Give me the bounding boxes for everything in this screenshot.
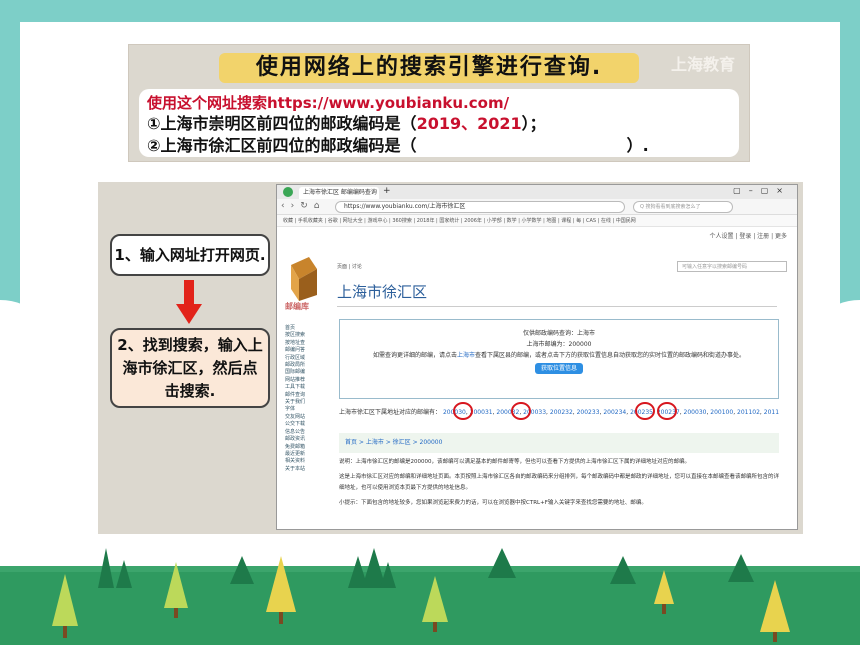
address-bar[interactable]: https://www.youbianku.com/上海市徐汇区 (335, 201, 625, 213)
sidebar-item[interactable]: 相关资料 (285, 458, 317, 465)
page-description: 说明：上海市徐汇区的邮编是200000，该邮编可以满足基本的邮件邮寄等，但也可以… (339, 459, 780, 506)
tree-icon (488, 548, 516, 578)
bookmarks-bar[interactable]: 收藏 | 手机收藏夹 | 谷歌 | 网址大全 | 游戏中心 | 360搜索 | … (277, 215, 797, 227)
sidebar-item[interactable]: 免费邮箱 (285, 444, 317, 451)
user-links[interactable]: 个人设置 | 登录 | 注册 | 更多 (709, 231, 787, 240)
answer-1: 2019、2021 (416, 114, 522, 133)
postcode-link[interactable]: 200030 (684, 409, 707, 416)
postcode-link[interactable]: 201102 (737, 409, 760, 416)
instruction-line: 使用这个网址搜索https://www.youbianku.com/ (147, 94, 510, 112)
breadcrumb[interactable]: 首页 > 上海市 > 徐汇区 > 200000 (339, 433, 779, 453)
tab-bar: 上海市徐汇区 邮编编码查询 - 徐 + ▢–▢× (277, 185, 797, 199)
highlight-circle (635, 402, 655, 420)
site-logo-icon (291, 257, 317, 301)
question-1: ①上海市崇明区前四位的邮政编码是（2019、2021）； (147, 114, 546, 133)
banner-title: 使用网络上的搜索引擎进行查询. (219, 53, 639, 83)
tree-icon (348, 548, 396, 588)
nav-buttons[interactable]: ‹›↻⌂ (281, 201, 325, 211)
postcode-list: 上海市徐汇区下属地址对应的邮编有： 200030, 200031, 200032… (339, 407, 779, 416)
new-tab-icon[interactable]: + (383, 186, 391, 196)
sidebar-item[interactable]: 字体 (285, 406, 317, 413)
browser-logo-icon (283, 187, 293, 197)
question-panel: 使用这个网址搜索https://www.youbianku.com/ ①上海市崇… (139, 89, 739, 157)
step-1-callout: 1、输入网址打开网页. (110, 234, 270, 276)
tree-icon (52, 574, 78, 638)
sidebar-item[interactable]: 行政区域 (285, 355, 317, 362)
tree-icon (164, 562, 188, 618)
page-title: 上海市徐汇区 (337, 281, 777, 307)
postcode-link[interactable]: 200031 (470, 409, 493, 416)
tree-icon (266, 556, 296, 624)
question-banner: 使用网络上的搜索引擎进行查询. 上海教育 使用这个网址搜索https://www… (128, 44, 750, 162)
postcode-link[interactable]: 200232 (550, 409, 573, 416)
sidebar-item[interactable]: 邮件查询 (285, 392, 317, 399)
sidebar-item[interactable]: 公交下载 (285, 421, 317, 428)
highlight-circle (511, 402, 531, 420)
sidebar-item[interactable]: 工具下载 (285, 384, 317, 391)
sidebar-item[interactable]: 关于本站 (285, 466, 317, 473)
question-2: ②上海市徐汇区前四位的邮政编码是（）. (147, 136, 649, 155)
postcode-link[interactable]: 200234 (603, 409, 626, 416)
highlight-circle (657, 402, 677, 420)
sidebar-item[interactable]: 邮编问答 (285, 347, 317, 354)
watermark: 上海教育 (670, 55, 735, 74)
site-search-input[interactable]: 可输入任意字以搜索邮编号码 (677, 261, 787, 272)
shanghai-link[interactable]: 上海市 (457, 352, 475, 359)
arrow-down-icon (176, 280, 202, 324)
site-sidebar: 首页 按区搜索 按地址查 邮编问答 行政区域 邮政局所 国际邮编 网站推荐 工具… (285, 325, 317, 473)
browser-search-input[interactable]: Q 搜狗看看到底搜索怎么了 (633, 201, 733, 213)
locate-button[interactable]: 获取位置信息 (534, 363, 583, 374)
site-logo-text: 邮编库 (285, 302, 309, 311)
browser-window: 上海市徐汇区 邮编编码查询 - 徐 + ▢–▢× ‹›↻⌂ https://ww… (276, 184, 798, 530)
background-shape-right (800, 300, 860, 580)
step-2-callout: 2、找到搜索，输入上 海市徐汇区，然后点 击搜索. (110, 328, 270, 408)
browser-tab[interactable]: 上海市徐汇区 邮编编码查询 - 徐 (299, 187, 379, 199)
tree-icon (728, 554, 754, 582)
tutorial-screenshot: 1、输入网址打开网页. 2、找到搜索，输入上 海市徐汇区，然后点 击搜索. 上海… (98, 182, 803, 534)
tree-icon (98, 548, 132, 588)
postcode-link[interactable]: 200100 (710, 409, 733, 416)
tree-icon (422, 576, 448, 632)
tree-icon (230, 556, 254, 584)
tree-icon (654, 570, 674, 614)
info-box: 仅供邮政编码查询：上海市 上海市邮编为：200000 如需查询更详细的邮编，请点… (339, 319, 779, 399)
background-shape-left (0, 300, 60, 580)
sidebar-item[interactable]: 国际邮编 (285, 369, 317, 376)
window-controls[interactable]: ▢–▢× (733, 186, 791, 195)
tree-icon (760, 580, 790, 642)
postcode-link[interactable]: 201103 (764, 409, 779, 416)
sidebar-item[interactable]: 按区搜索 (285, 332, 317, 339)
postcode-link[interactable]: 200233 (577, 409, 600, 416)
tree-icon (610, 556, 636, 584)
highlight-circle (453, 402, 473, 420)
sidebar-item[interactable]: 信息公告 (285, 429, 317, 436)
nav-bar: ‹›↻⌂ https://www.youbianku.com/上海市徐汇区 Q … (277, 199, 797, 215)
page-tabs[interactable]: 页面 | 讨论 (337, 263, 362, 270)
sidebar-item[interactable]: 邮政资讯 (285, 436, 317, 443)
